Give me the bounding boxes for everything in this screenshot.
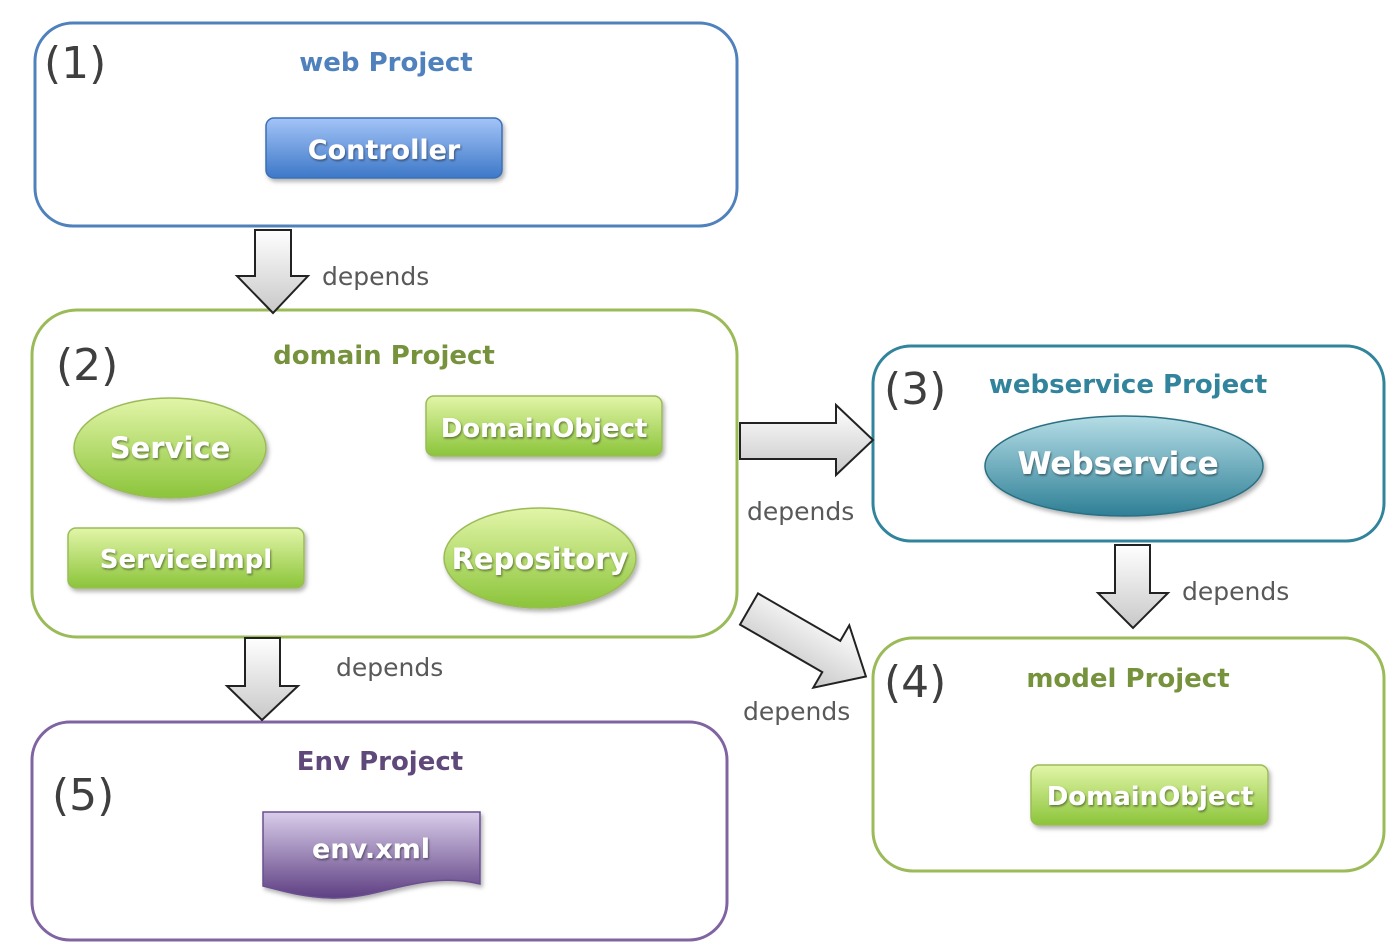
- arrow-domain-to-env: depends: [224, 637, 443, 722]
- webservice-project: (3) webservice Project Webservice: [871, 344, 1386, 543]
- depends-label: depends: [747, 497, 854, 526]
- project-number: (5): [52, 770, 114, 821]
- depends-label: depends: [336, 653, 443, 682]
- arrow-web-to-domain: depends: [234, 229, 429, 315]
- project-title: domain Project: [273, 341, 495, 371]
- model-project: (4) model Project DomainObject: [871, 636, 1386, 873]
- domain-project: (2) domain Project Service DomainObject …: [30, 308, 739, 639]
- controller-label: Controller: [308, 135, 461, 166]
- project-title: webservice Project: [989, 370, 1267, 400]
- project-title: web Project: [299, 48, 472, 78]
- service-impl-label: ServiceImpl: [100, 545, 272, 575]
- project-number: (2): [56, 340, 118, 391]
- env-xml-label: env.xml: [312, 834, 430, 865]
- repository-label: Repository: [452, 542, 629, 576]
- project-number: (3): [884, 364, 946, 415]
- arrow-domain-to-webservice: depends: [739, 402, 875, 526]
- domain-object-label: DomainObject: [441, 414, 648, 444]
- env-project: (5) Env Project env.xml: [30, 720, 729, 942]
- arrow-domain-to-model: depends: [738, 592, 868, 726]
- depends-label: depends: [1182, 577, 1289, 606]
- project-title: model Project: [1026, 664, 1229, 694]
- project-title: Env Project: [297, 747, 463, 777]
- model-domain-object-label: DomainObject: [1047, 782, 1254, 812]
- web-project: (1) web Project Controller: [33, 21, 739, 228]
- project-number: (1): [44, 38, 106, 89]
- arrow-webservice-to-model: depends: [1095, 544, 1289, 630]
- service-label: Service: [110, 431, 231, 465]
- depends-label: depends: [743, 697, 850, 726]
- webservice-label: Webservice: [1017, 446, 1218, 482]
- project-number: (4): [884, 657, 946, 708]
- depends-label: depends: [322, 262, 429, 291]
- dependency-diagram: (1) web Project Controller (2) domain Pr…: [30, 21, 1386, 942]
